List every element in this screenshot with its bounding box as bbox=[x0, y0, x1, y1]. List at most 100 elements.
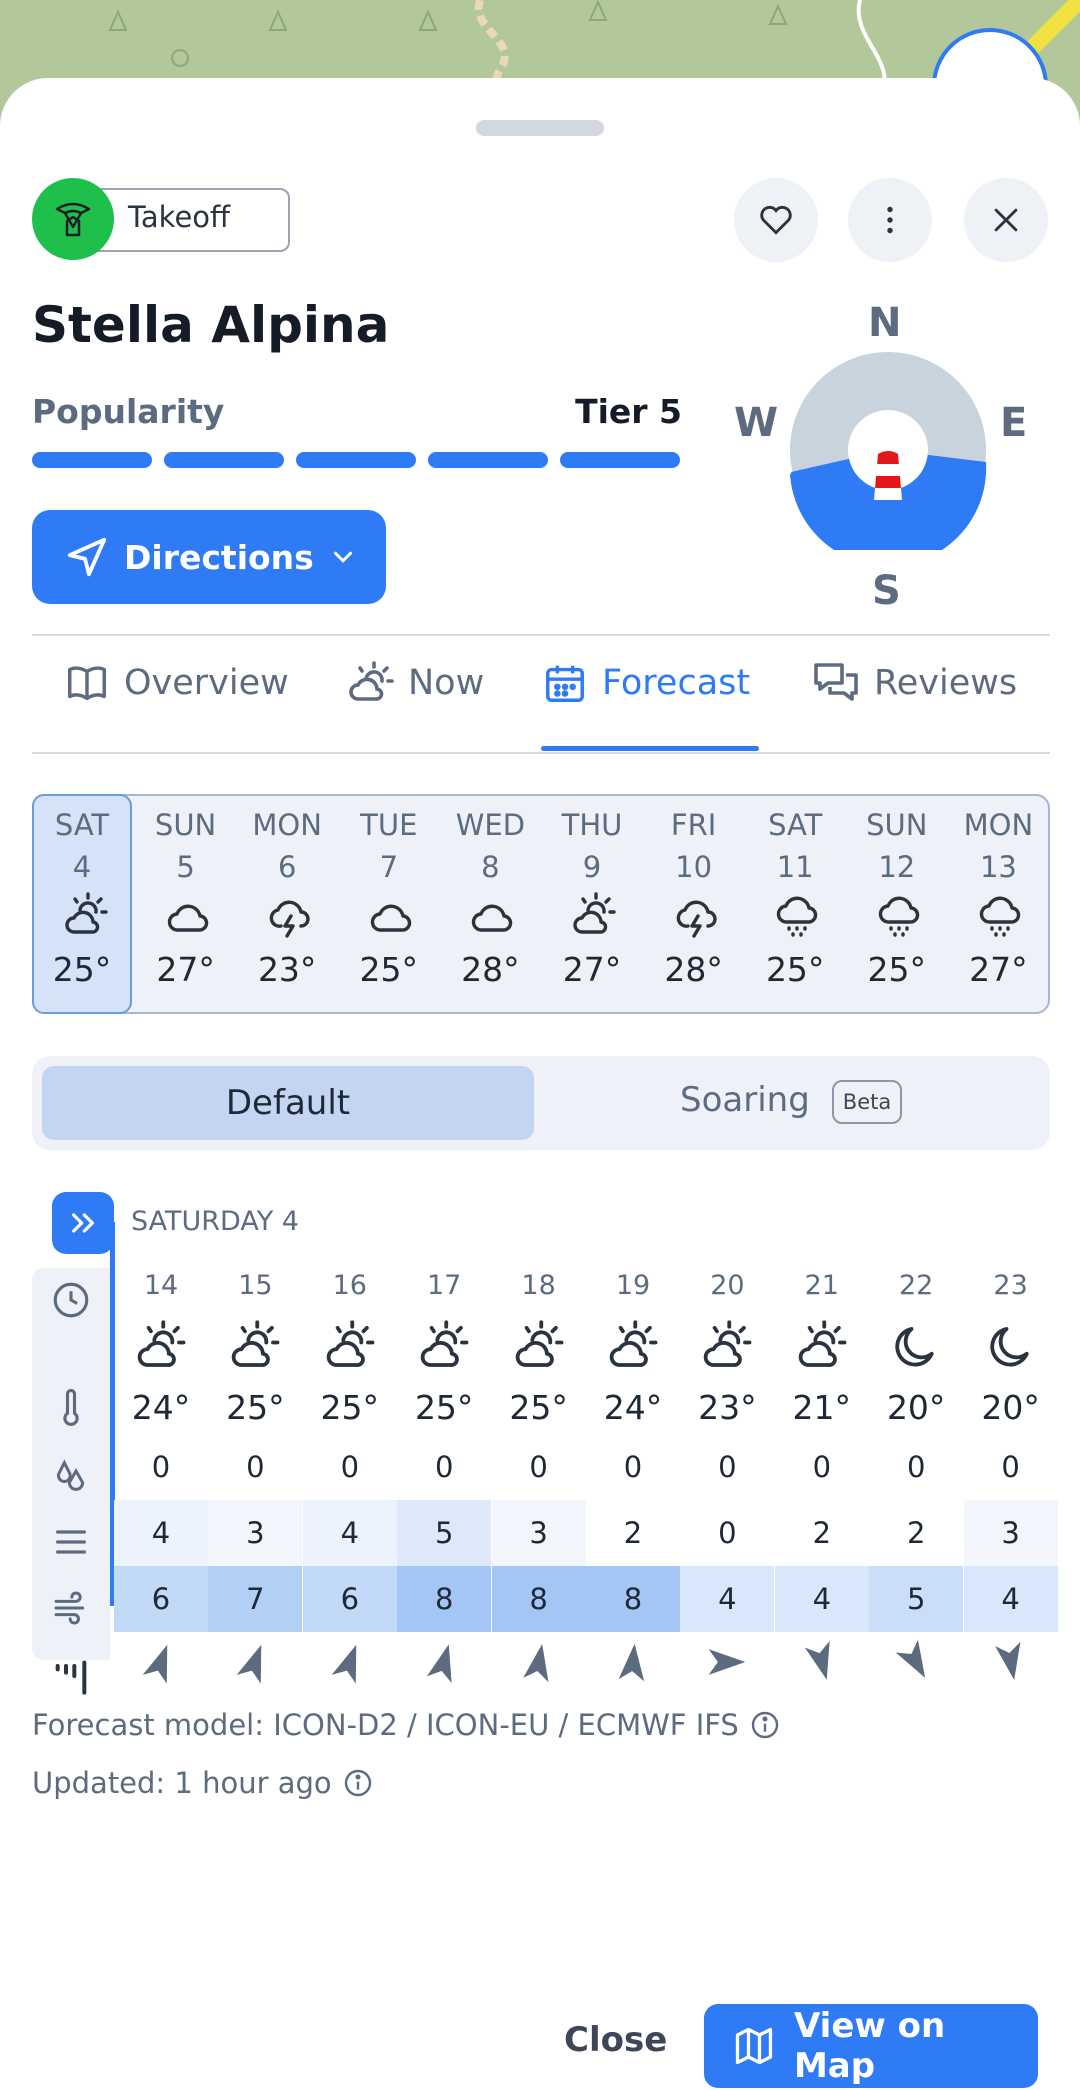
moon-icon bbox=[984, 1320, 1038, 1374]
tab-overview[interactable]: Overview bbox=[64, 638, 289, 728]
divider bbox=[32, 634, 1050, 636]
precip-value: 0 bbox=[151, 1450, 171, 1484]
wind-direction-icon bbox=[49, 1654, 93, 1698]
popularity-bar bbox=[32, 452, 152, 468]
day-name: SAT bbox=[768, 808, 823, 842]
hour-temp: 20° bbox=[981, 1388, 1040, 1427]
row-icon-column bbox=[32, 1268, 110, 1695]
partly-sunny-icon bbox=[570, 892, 618, 940]
day-name: MON bbox=[963, 808, 1034, 842]
tab-forecast[interactable]: Forecast bbox=[542, 638, 750, 728]
hour-temp: 24° bbox=[603, 1388, 663, 1427]
day-temp: 25° bbox=[359, 950, 419, 989]
day-card[interactable]: MON 13 27° bbox=[948, 796, 1048, 1012]
compass-west: W bbox=[734, 400, 779, 446]
beta-badge: Beta bbox=[832, 1080, 902, 1124]
tab-reviews[interactable]: Reviews bbox=[812, 638, 1017, 728]
close-sheet-button[interactable] bbox=[964, 178, 1048, 262]
heart-icon bbox=[760, 205, 792, 235]
precip-value: 0 bbox=[1001, 1450, 1020, 1484]
day-date: 11 bbox=[776, 850, 814, 884]
wind-direction-arrow bbox=[492, 1632, 586, 1692]
day-card[interactable]: MON 6 23° bbox=[237, 796, 337, 1012]
wind-direction-arrow bbox=[964, 1632, 1058, 1692]
directions-label: Directions bbox=[124, 537, 314, 577]
day-card[interactable]: FRI 10 28° bbox=[644, 796, 744, 1012]
partly-sunny-icon bbox=[323, 1320, 377, 1374]
day-date: 13 bbox=[979, 850, 1017, 884]
wind-layer-value: 2 bbox=[906, 1516, 926, 1550]
hourly-forecast-table: SATURDAY 4 14 24° 0 4 6 15 25° 0 3 7 16 25° 0 4 6 17 25°… bbox=[32, 1192, 1058, 1695]
wind-direction-arrow bbox=[397, 1632, 491, 1692]
day-card[interactable]: SUN 5 27° bbox=[136, 796, 236, 1012]
day-date: 10 bbox=[675, 850, 713, 884]
divider bbox=[32, 752, 1050, 754]
hour-label: 16 bbox=[332, 1270, 367, 1301]
hour-temp: 25° bbox=[414, 1388, 474, 1427]
partly-cloudy-icon bbox=[349, 661, 394, 701]
day-name: TUE bbox=[360, 808, 418, 842]
close-button[interactable]: Close bbox=[564, 2020, 667, 2060]
wind-speed-value: 5 bbox=[869, 1566, 964, 1632]
site-title: Stella Alpina bbox=[32, 296, 390, 354]
wind-speed-value: 4 bbox=[774, 1566, 869, 1632]
info-icon[interactable] bbox=[749, 1709, 781, 1741]
soaring-mode-button[interactable]: Soaring bbox=[680, 1080, 810, 1120]
navigation-arrow-icon bbox=[67, 537, 107, 577]
day-card[interactable]: SAT 4 25° bbox=[32, 794, 132, 1014]
tab-now[interactable]: Now bbox=[346, 638, 484, 728]
partly-sunny-icon bbox=[228, 1320, 282, 1374]
precip-value: 0 bbox=[529, 1450, 548, 1484]
hour-label: 18 bbox=[521, 1270, 556, 1301]
info-icon[interactable] bbox=[342, 1767, 374, 1799]
thermometer-icon bbox=[49, 1386, 93, 1430]
wind-direction-arrow bbox=[775, 1632, 869, 1692]
wind-speed-value: 8 bbox=[586, 1566, 680, 1632]
more-options-button[interactable] bbox=[848, 178, 932, 262]
wind-speed-value: 8 bbox=[397, 1566, 492, 1632]
day-card[interactable]: SAT 11 25° bbox=[745, 796, 845, 1012]
day-date: 8 bbox=[481, 850, 500, 884]
expand-table-button[interactable] bbox=[52, 1192, 114, 1254]
rain-icon bbox=[875, 892, 923, 940]
wind-speed-value: 7 bbox=[208, 1566, 303, 1632]
rain-drops-icon bbox=[49, 1454, 93, 1498]
partly-sunny-icon bbox=[62, 892, 110, 940]
day-temp: 23° bbox=[257, 950, 317, 989]
compass-south: S bbox=[872, 568, 901, 614]
popularity-bar bbox=[296, 452, 416, 468]
wind-icon bbox=[49, 1586, 93, 1630]
precip-value: 0 bbox=[246, 1450, 265, 1484]
takeoff-label: Takeoff bbox=[128, 200, 231, 234]
precip-value: 0 bbox=[718, 1450, 737, 1484]
windsock-icon bbox=[874, 451, 902, 500]
day-name: SUN bbox=[866, 808, 928, 842]
moon-icon bbox=[889, 1320, 943, 1374]
favorite-button[interactable] bbox=[734, 178, 818, 262]
day-card[interactable]: TUE 7 25° bbox=[339, 796, 439, 1012]
drag-handle[interactable] bbox=[476, 120, 604, 136]
day-card[interactable]: WED 8 28° bbox=[440, 796, 540, 1012]
hour-label: 20 bbox=[710, 1270, 745, 1301]
wind-speed-value: 4 bbox=[680, 1566, 775, 1632]
hourly-day-heading: SATURDAY 4 bbox=[131, 1206, 299, 1237]
wind-speed-value: 6 bbox=[114, 1566, 208, 1632]
wind-compass: N E S W bbox=[728, 300, 1038, 620]
default-mode-button[interactable]: Default bbox=[42, 1066, 534, 1140]
day-temp: 25° bbox=[867, 950, 927, 989]
partly-sunny-icon bbox=[512, 1320, 566, 1374]
directions-button[interactable]: Directions bbox=[32, 510, 386, 604]
mode-segmented-control: Default Soaring Beta bbox=[32, 1056, 1050, 1150]
tab-overview-label: Overview bbox=[124, 663, 289, 703]
day-card[interactable]: THU 9 27° bbox=[542, 796, 642, 1012]
day-name: THU bbox=[561, 808, 623, 842]
compass-north: N bbox=[868, 300, 902, 346]
view-on-map-button[interactable]: View on Map bbox=[704, 2004, 1038, 2088]
day-temp: 28° bbox=[664, 950, 723, 989]
wind-layer-value: 4 bbox=[114, 1500, 208, 1566]
day-card[interactable]: SUN 12 25° bbox=[847, 796, 947, 1012]
partly-sunny-icon bbox=[417, 1320, 471, 1374]
updated-text: Updated: 1 hour ago bbox=[32, 1766, 332, 1800]
tab-now-label: Now bbox=[408, 663, 485, 703]
forecast-model-text: Forecast model: ICON-D2 / ICON-EU / ECMW… bbox=[32, 1708, 739, 1742]
